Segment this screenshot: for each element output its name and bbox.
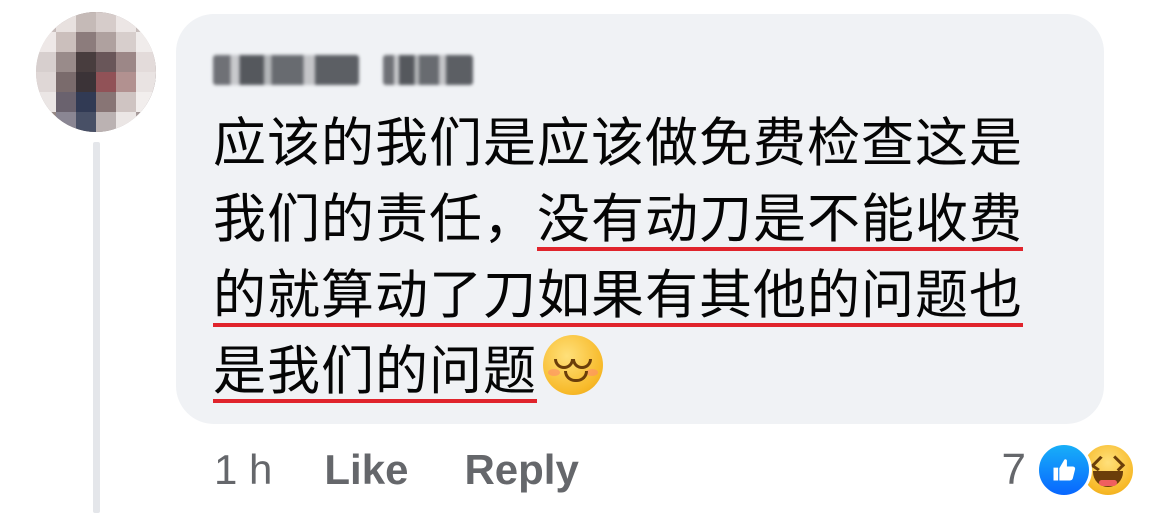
reaction-count[interactable]: 7 xyxy=(1002,445,1026,495)
author-name-blurred[interactable] xyxy=(213,52,473,88)
timestamp[interactable]: 1 h xyxy=(214,446,272,494)
comment-text: 应该的我们是应该做免费检查这是我们的责任，没有动刀是不能收费的就算动了刀如果有其… xyxy=(213,106,1073,410)
reply-button[interactable]: Reply xyxy=(464,446,578,494)
like-reaction-icon xyxy=(1036,442,1092,498)
like-button[interactable]: Like xyxy=(324,446,408,494)
avatar[interactable] xyxy=(36,12,156,132)
author-last-name-redacted xyxy=(383,55,473,85)
thread-line xyxy=(93,142,100,513)
reactions-summary[interactable]: 7 xyxy=(1002,440,1136,500)
relieved-face-emoji xyxy=(543,335,603,395)
author-first-name-redacted xyxy=(213,55,359,85)
comment-actions: 1 h Like Reply xyxy=(214,440,579,500)
